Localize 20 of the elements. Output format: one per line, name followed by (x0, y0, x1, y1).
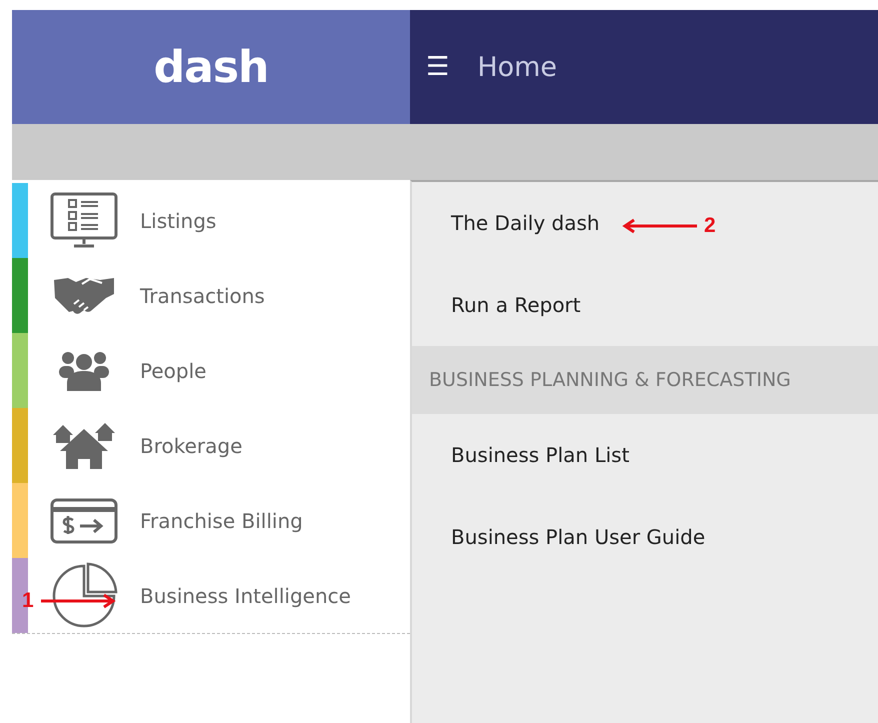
section-heading: BUSINESS PLANNING & FORECASTING (412, 346, 878, 414)
sidebar-link[interactable]: People (140, 358, 206, 382)
payment-card-icon (50, 498, 118, 544)
menu-link[interactable]: The Daily dash (412, 182, 600, 264)
logo: dash (154, 42, 268, 92)
sidebar-link[interactable]: Business Intelligence (140, 584, 351, 608)
sidebar-link[interactable]: Brokerage (140, 434, 242, 458)
sidebar-link[interactable]: Listings (140, 208, 216, 232)
pie-chart-icon (50, 562, 118, 630)
houses-icon (52, 420, 116, 470)
menu-link[interactable]: Business Plan List (412, 414, 630, 496)
list-monitor-icon (50, 192, 118, 250)
sidebar-link[interactable]: Transactions (140, 284, 265, 308)
menu-link[interactable]: Business Plan User Guide (412, 496, 706, 578)
menu-link[interactable]: Run a Report (412, 264, 581, 346)
sidebar-link[interactable]: Franchise Billing (140, 508, 303, 532)
callout-number: 2 (704, 214, 716, 238)
menu-button[interactable]: ☰ (424, 52, 452, 82)
callout-number: 1 (22, 589, 34, 613)
page-title: Home (477, 52, 558, 82)
